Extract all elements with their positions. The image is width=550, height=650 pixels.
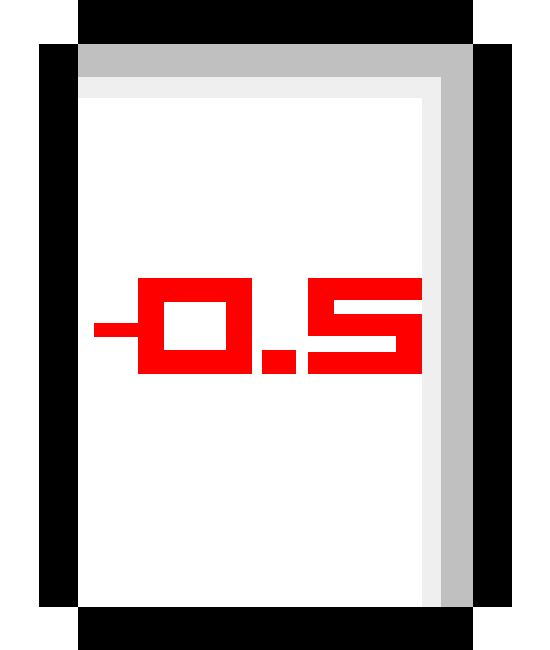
card-border-left [39,44,78,607]
card-border-right [473,44,512,607]
value-glyph-2 [262,350,296,374]
card-bevel-highlight-top [78,77,441,98]
card-value-glyphs: -0.5 [94,278,422,374]
card-border-top [78,0,473,44]
card-border-bottom [78,607,473,650]
value-glyph-1 [138,278,252,374]
card-value: -0.5 [82,268,430,388]
value-card: -0.5 [0,0,550,650]
card-bevel-shadow-top [78,44,473,77]
card-bevel-shadow-right [441,44,473,607]
value-glyph-3 [308,278,422,374]
value-glyph-0 [94,323,138,337]
